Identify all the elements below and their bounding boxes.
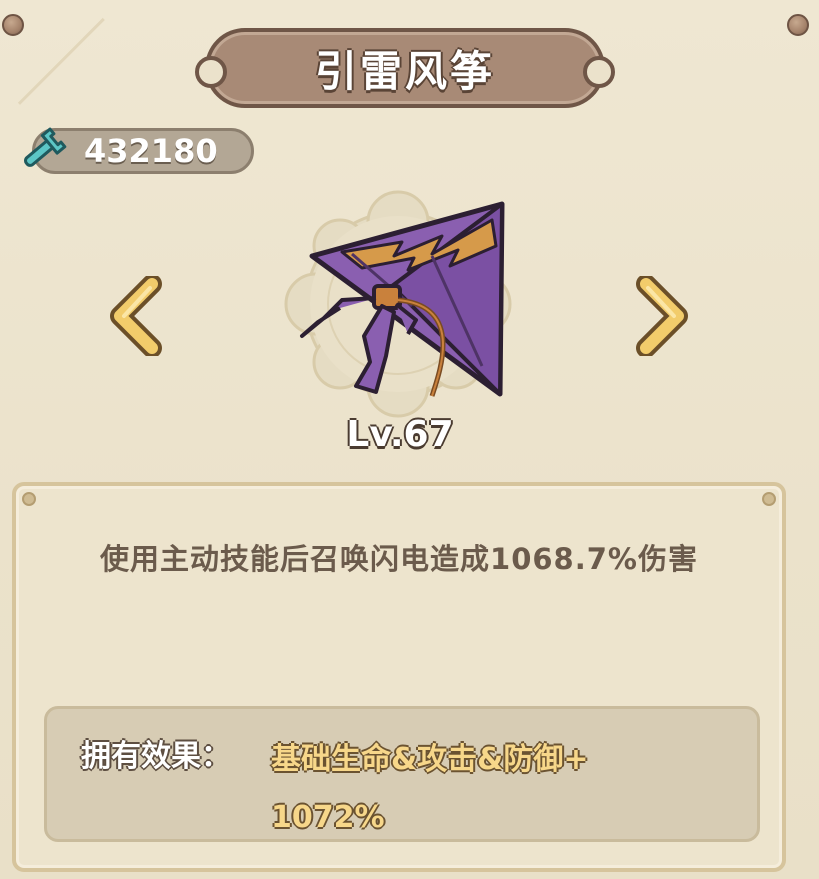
wrench-icon: [24, 127, 67, 167]
next-item-button[interactable]: [634, 276, 690, 356]
owned-effect-value-line1: 基础生命&攻击&防御+: [271, 742, 589, 777]
owned-effect-label: 拥有效果：: [81, 739, 231, 774]
page-title: 引雷风筝: [314, 46, 495, 96]
panel-rivet-right: [762, 492, 776, 506]
previous-item-button[interactable]: [108, 276, 164, 356]
currency-display: 432180: [12, 126, 254, 176]
skill-description: 使用主动技能后召唤闪电造成1068.7%伤害: [100, 542, 698, 576]
description-panel: 使用主动技能后召唤闪电造成1068.7%伤害 拥有效果： 基础生命&攻击&防御+…: [12, 482, 786, 872]
kite-item-icon: [300, 201, 505, 397]
item-level: Lv.67: [346, 414, 454, 455]
owned-effect-value: 基础生命&攻击&防御+ 1072%: [271, 731, 691, 847]
owned-effect-value-line2: 1072%: [271, 800, 385, 835]
corner-rivet-right: [787, 14, 809, 36]
item-detail-screen: 引雷风筝 432180 Lv.67 使用主动技能后召唤闪电造成1068.7%伤害…: [0, 0, 819, 879]
panel-rivet-left: [22, 492, 36, 506]
currency-amount: 432180: [84, 132, 218, 170]
owned-effect-box: 拥有效果： 基础生命&攻击&防御+ 1072%: [44, 706, 760, 842]
title-banner: 引雷风筝: [195, 28, 615, 108]
corner-rivet-left: [2, 14, 24, 36]
